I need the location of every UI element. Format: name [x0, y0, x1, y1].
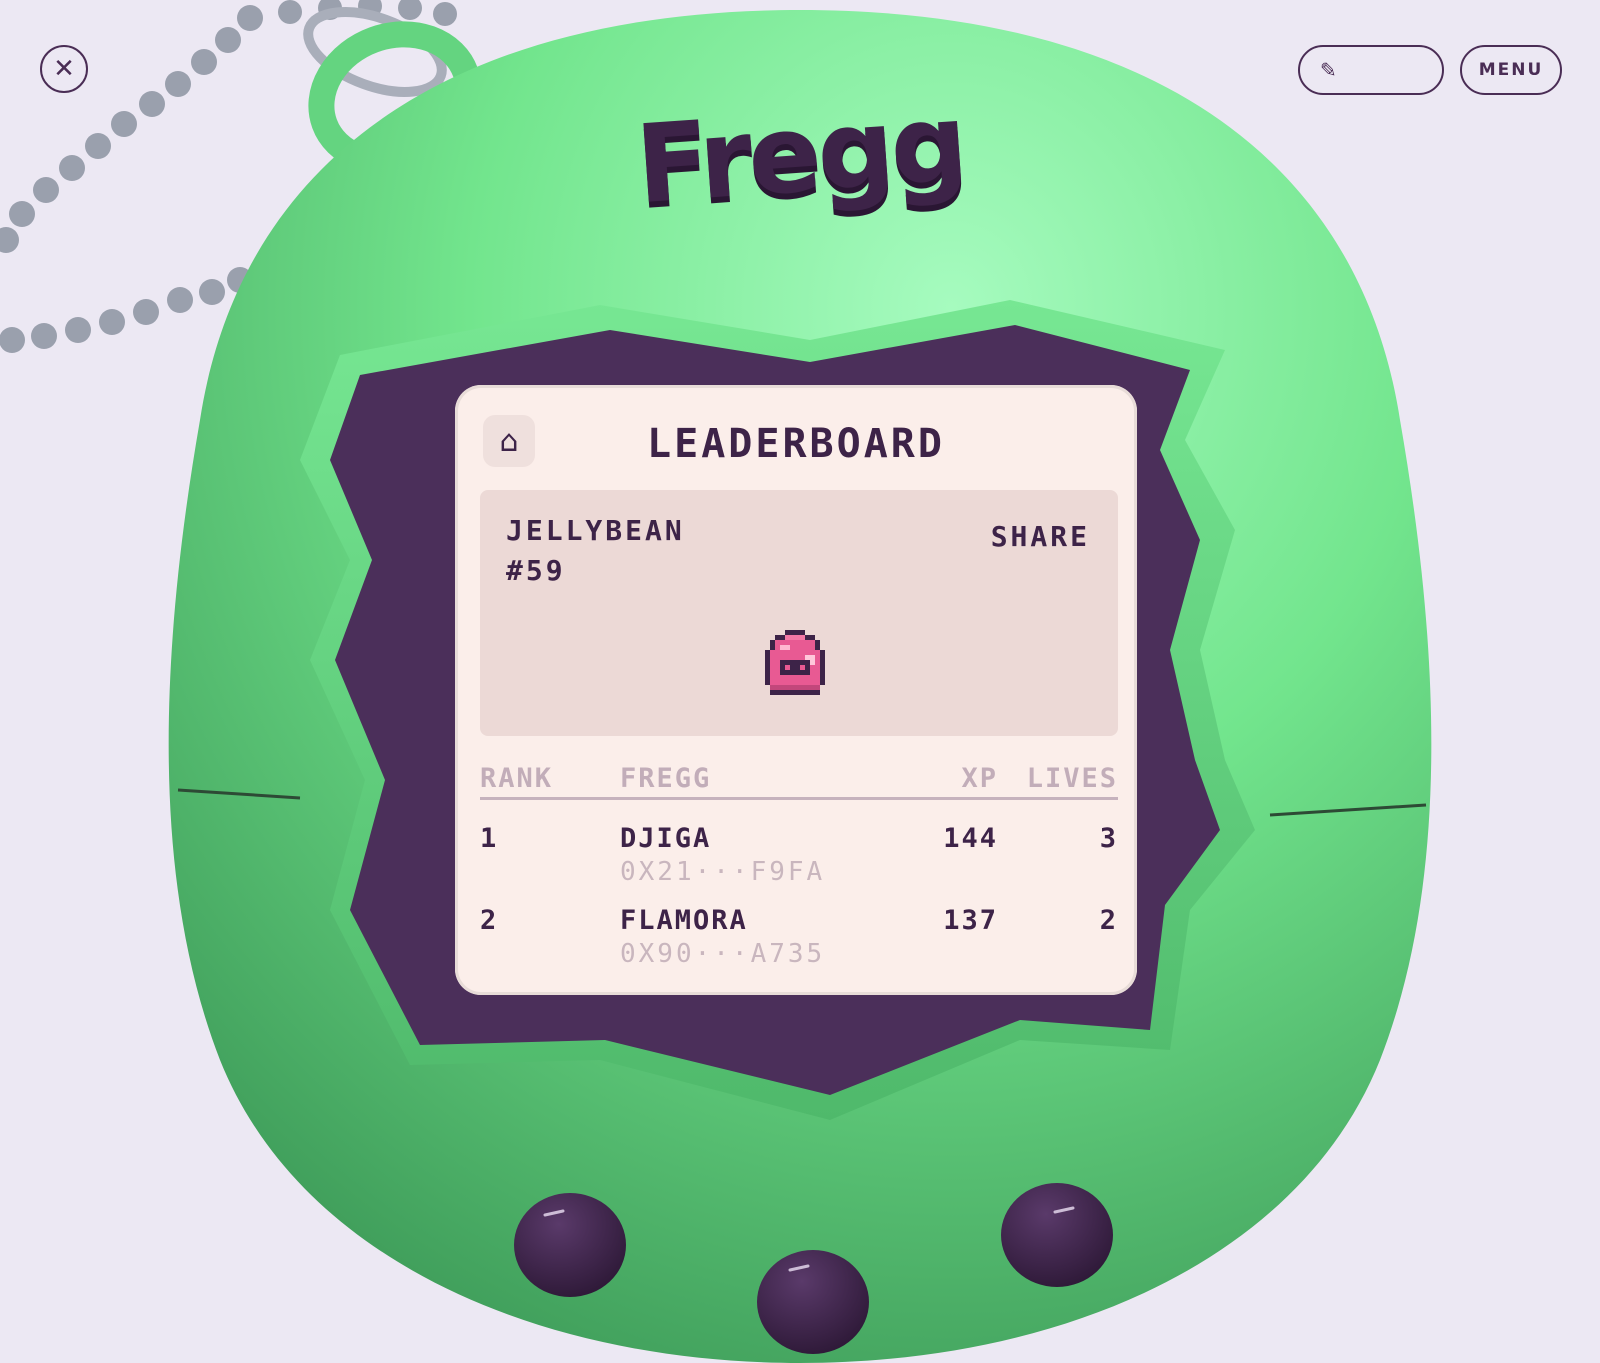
lives-cell: 2 [1099, 905, 1118, 936]
brand-logo: Fregg [632, 80, 968, 229]
column-rank: RANK [480, 763, 554, 794]
fregg-name-cell: FLAMORA [620, 905, 748, 936]
column-fregg: FREGG [620, 763, 712, 794]
menu-button[interactable]: MENU [1460, 45, 1562, 95]
leaderboard-header: RANK FREGG XP LIVES [480, 763, 1118, 800]
rank-cell: 1 [480, 823, 499, 854]
rank-cell: 2 [480, 905, 499, 936]
profile-name: JELLYBEAN [506, 514, 685, 547]
close-button[interactable]: ✕ [40, 45, 88, 93]
leaderboard-row[interactable]: 1 DJIGA 0X21···F9FA 144 3 [480, 823, 1118, 903]
pink-egg-pet-icon [765, 630, 825, 695]
profile-id: #59 [506, 554, 566, 587]
wallet-address: 0X21···F9FA [620, 857, 826, 887]
wallet-button[interactable]: ✎ [1298, 45, 1444, 95]
xp-cell: 137 [943, 905, 998, 936]
column-lives: LIVES [1026, 763, 1118, 794]
close-icon: ✕ [53, 54, 75, 84]
profile-card: JELLYBEAN #59 SHARE [480, 490, 1118, 736]
pen-icon: ✎ [1320, 58, 1337, 82]
lives-cell: 3 [1099, 823, 1118, 854]
fregg-name-cell: DJIGA [620, 823, 712, 854]
wallet-address: 0X90···A735 [620, 939, 826, 969]
column-xp: XP [961, 763, 998, 794]
device-screen: ⌂ LEADERBOARD JELLYBEAN #59 SHARE RANK F… [455, 385, 1137, 995]
leaderboard-row[interactable]: 2 FLAMORA 0X90···A735 137 2 [480, 905, 1118, 985]
screen-title: LEADERBOARD [647, 421, 945, 467]
share-button[interactable]: SHARE [991, 520, 1090, 553]
xp-cell: 144 [943, 823, 998, 854]
